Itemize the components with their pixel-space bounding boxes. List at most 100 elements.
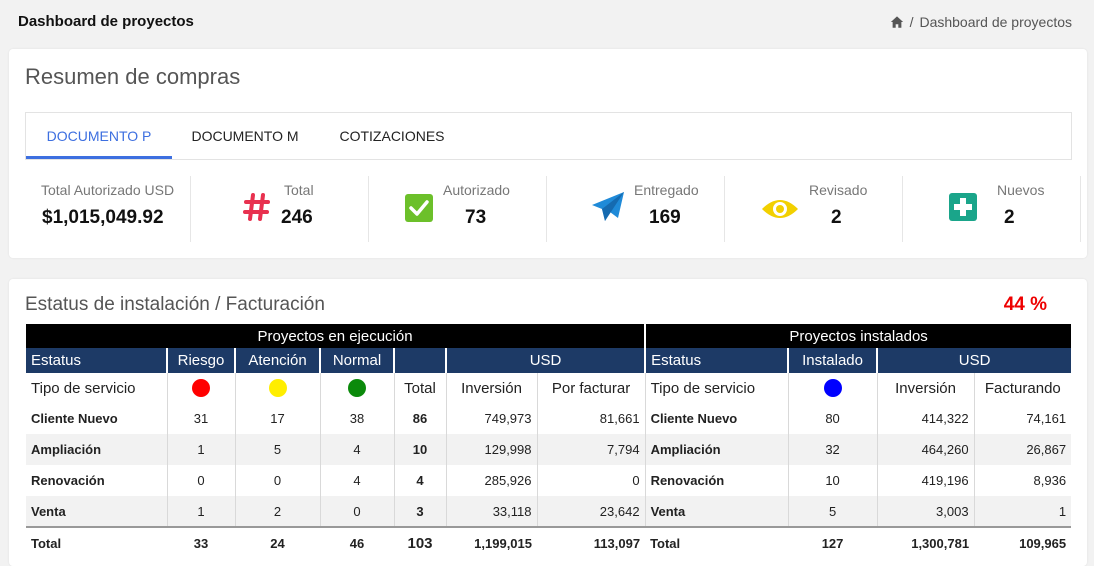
group-left-label: Proyectos en ejecución (26, 324, 646, 348)
stat-value: $1,015,049.92 (42, 207, 164, 228)
header-blank (393, 348, 446, 373)
status-card: Estatus de instalación / Facturación 44 … (9, 279, 1087, 566)
cell-normal: 38 (319, 403, 394, 434)
cell-inversion-2: 414,322 (876, 403, 975, 434)
tab-cotizaciones[interactable]: COTIZACIONES (332, 113, 452, 159)
purchases-summary-title: Resumen de compras (25, 64, 241, 89)
riesgo-dot-cell (166, 373, 235, 403)
sub-inversion: Inversión (445, 373, 537, 403)
header-estatus-2: Estatus (644, 348, 789, 373)
cell-instalado: 80 (787, 403, 878, 434)
total-total: 103 (394, 526, 446, 559)
cell-tipo-2: Renovación (644, 465, 789, 496)
header-usd: USD (444, 348, 646, 373)
yellow-dot-icon (268, 379, 287, 398)
stat-value: 2 (831, 207, 842, 228)
stats-row: Total Autorizado USD $1,015,049.92 Total… (25, 176, 1083, 242)
page-header: Dashboard de proyectos / Dashboard de pr… (0, 0, 1094, 44)
cell-total: 86 (393, 403, 446, 434)
hash-icon (243, 193, 270, 221)
sub-total: Total (393, 373, 446, 403)
total-normal: 46 (320, 526, 394, 559)
cell-tipo-2: Ampliación (644, 434, 789, 465)
blue-dot-icon (823, 379, 842, 398)
header-instalado: Instalado (787, 348, 878, 373)
stat-total: Total 246 (191, 176, 369, 242)
sub-por-facturar: Por facturar (536, 373, 646, 403)
tab-documento-m[interactable]: DOCUMENTO M (182, 113, 308, 159)
total-facturando: 109,965 (974, 526, 1072, 559)
total-por-facturar: 113,097 (537, 526, 646, 559)
cell-atencion: 2 (234, 496, 320, 527)
cell-inversion-2: 464,260 (876, 434, 975, 465)
sub-header-row: Tipo de servicio Total Inversión Por fac… (26, 373, 1072, 403)
cell-total: 4 (393, 465, 446, 496)
instalado-dot-cell (787, 373, 878, 403)
atencion-dot-cell (234, 373, 320, 403)
table-row: Renovación 0 0 4 4 285,926 0 Renovación … (26, 465, 1072, 496)
cell-riesgo: 1 (166, 434, 235, 465)
plus-square-icon (949, 193, 977, 221)
stat-nuevos: Nuevos 2 (903, 176, 1081, 242)
table-row: Cliente Nuevo 31 17 38 86 749,973 81,661… (26, 403, 1072, 434)
stat-entregado: Entregado 169 (547, 176, 725, 242)
stat-autorizado: Autorizado 73 (369, 176, 547, 242)
total-atencion: 24 (235, 526, 320, 559)
cell-atencion: 17 (234, 403, 320, 434)
cell-por-facturar: 81,661 (536, 403, 646, 434)
eye-icon (762, 200, 798, 218)
cell-tipo-2: Venta (644, 496, 789, 527)
total-label: Total (26, 526, 167, 559)
sub-tipo-2: Tipo de servicio (644, 373, 789, 403)
breadcrumb-current: Dashboard de proyectos (919, 14, 1072, 30)
stat-label: Nuevos (997, 182, 1045, 198)
header-riesgo: Riesgo (166, 348, 235, 373)
sub-tipo: Tipo de servicio (31, 379, 136, 397)
cell-facturando: 26,867 (973, 434, 1072, 465)
totals-row: Total 33 24 46 103 1,199,015 113,097 Tot… (26, 526, 1072, 559)
total-inversion: 1,199,015 (446, 526, 537, 559)
cell-atencion: 0 (234, 465, 320, 496)
group-right-label: Proyectos instalados (644, 324, 1072, 348)
cell-normal: 4 (319, 465, 394, 496)
breadcrumb: / Dashboard de proyectos (890, 14, 1072, 30)
header-estatus: Estatus (26, 348, 167, 373)
cell-inversion-2: 3,003 (876, 496, 975, 527)
header-atencion: Atención (234, 348, 320, 373)
stat-value: 73 (465, 207, 487, 228)
status-title: Estatus de instalación / Facturación (25, 294, 325, 315)
check-square-icon (405, 194, 433, 222)
cell-atencion: 5 (234, 434, 320, 465)
stat-label: Total (284, 182, 314, 198)
page-title: Dashboard de proyectos (18, 13, 194, 30)
cell-inversion: 33,118 (445, 496, 537, 527)
document-tabs: DOCUMENTO P DOCUMENTO M COTIZACIONES (25, 112, 1072, 160)
total-label-2: Total (645, 526, 789, 559)
table-row: Ampliación 1 5 4 10 129,998 7,794 Amplia… (26, 434, 1072, 465)
stat-label: Autorizado (443, 182, 510, 198)
total-inversion-2: 1,300,781 (877, 526, 975, 559)
normal-dot-cell (319, 373, 394, 403)
cell-tipo-2: Cliente Nuevo (644, 403, 789, 434)
stat-label: Revisado (809, 182, 868, 198)
sub-facturando: Facturando (973, 373, 1072, 403)
tab-documento-p[interactable]: DOCUMENTO P (26, 113, 172, 159)
cell-inversion-2: 419,196 (876, 465, 975, 496)
cell-normal: 0 (319, 496, 394, 527)
cell-total: 10 (393, 434, 446, 465)
cell-inversion: 749,973 (445, 403, 537, 434)
total-riesgo: 33 (167, 526, 235, 559)
cell-inversion: 129,998 (445, 434, 537, 465)
stat-revisado: Revisado 2 (725, 176, 903, 242)
cell-total: 3 (393, 496, 446, 527)
stat-total-autorizado: Total Autorizado USD $1,015,049.92 (25, 176, 191, 242)
status-table: Proyectos en ejecución Proyectos instala… (26, 324, 1072, 559)
home-icon[interactable] (890, 15, 904, 29)
cell-por-facturar: 23,642 (536, 496, 646, 527)
cell-facturando: 74,161 (973, 403, 1072, 434)
stat-label: Total Autorizado USD (41, 182, 175, 198)
cell-tipo: Renovación (31, 473, 105, 488)
total-instalado: 127 (788, 526, 878, 559)
cell-tipo: Ampliación (26, 434, 167, 465)
green-dot-icon (348, 379, 366, 398)
